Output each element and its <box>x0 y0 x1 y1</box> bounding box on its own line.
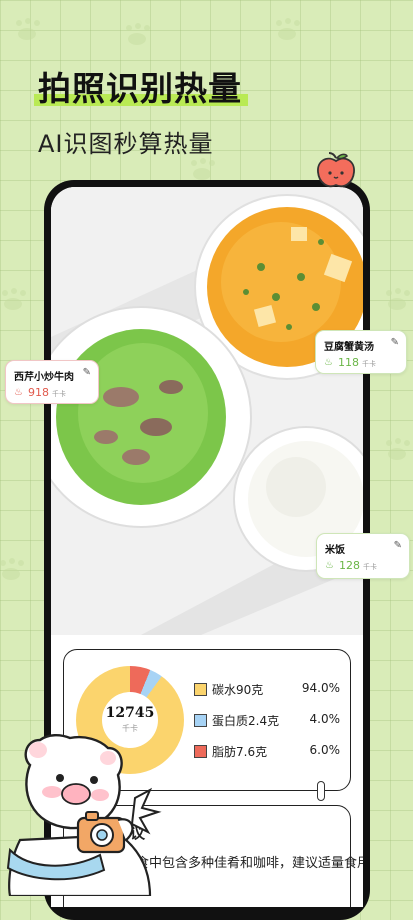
page-title-text: 拍照识别热量 <box>38 69 242 108</box>
background-paw-icon <box>380 440 413 462</box>
background-paw-icon <box>270 20 304 42</box>
food-tag-calories-unit: 千卡 <box>363 563 377 571</box>
food-tag-rice[interactable]: 米饭 ✎ ♨ 128 千卡 <box>316 533 410 579</box>
food-tag-calories-unit: 千卡 <box>362 360 376 368</box>
background-paw-icon <box>120 25 154 47</box>
food-tag-calories-unit: 千卡 <box>52 390 66 398</box>
carbs-percent: 94.0% <box>301 681 340 695</box>
advice-text: 食中包含多种佳肴和咖啡，建议适量食用炸 <box>136 856 363 871</box>
carbs-swatch <box>194 683 207 696</box>
fat-percent: 6.0% <box>309 743 341 757</box>
food-tag-name: 米饭 <box>325 545 345 556</box>
apple-icon <box>317 152 355 188</box>
protein-label: 蛋白质2.4克 <box>212 714 280 728</box>
flame-icon: ♨ <box>14 387 23 398</box>
background-paw-icon <box>380 290 413 312</box>
flame-icon: ♨ <box>325 560 334 571</box>
food-tag-calories: 918 千卡 <box>28 386 66 399</box>
bear-mascot-icon <box>6 734 162 896</box>
food-tag-calories-value: 918 <box>28 386 49 399</box>
flame-icon: ♨ <box>324 357 333 368</box>
fat-swatch <box>194 745 207 758</box>
page-subtitle: AI识图秒算热量 <box>38 130 214 158</box>
background-paw-icon <box>185 160 219 182</box>
food-tag-name: 西芹小炒牛肉 <box>14 372 74 383</box>
edit-pencil-icon[interactable]: ✎ <box>83 367 91 378</box>
fat-label: 脂肪7.6克 <box>212 745 268 759</box>
background-paw-icon <box>0 560 28 582</box>
food-tag-calories-value: 118 <box>338 356 359 369</box>
edit-pencil-icon[interactable]: ✎ <box>391 337 399 348</box>
legend-row-protein: 蛋白质2.4克 4.0% <box>194 711 344 729</box>
food-tag-name: 豆腐蟹黄汤 <box>324 342 374 353</box>
background-paw-icon <box>10 20 44 42</box>
legend-row-fat: 脂肪7.6克 6.0% <box>194 742 344 760</box>
total-calories: 12745 <box>105 705 155 721</box>
food-tag-celery-beef[interactable]: 西芹小炒牛肉 ✎ ♨ 918 千卡 <box>5 360 99 404</box>
carbs-label: 碳水90克 <box>212 683 264 697</box>
food-tag-calories: 118 千卡 <box>338 356 376 369</box>
protein-percent: 4.0% <box>309 712 341 726</box>
legend-row-carbs: 碳水90克 94.0% <box>194 680 344 698</box>
panel-ring-hook <box>317 781 325 801</box>
background-paw-icon <box>0 290 30 312</box>
page-title: 拍照识别热量 <box>34 62 248 110</box>
food-tag-tofu-soup[interactable]: 豆腐蟹黄汤 ✎ ♨ 118 千卡 <box>315 330 407 374</box>
protein-swatch <box>194 714 207 727</box>
food-tag-calories-value: 128 <box>339 559 360 572</box>
edit-pencil-icon[interactable]: ✎ <box>394 540 402 551</box>
food-tag-calories: 128 千卡 <box>339 559 377 572</box>
